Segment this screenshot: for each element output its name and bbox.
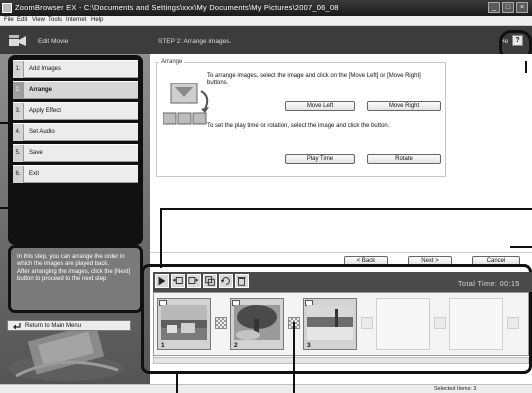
toolbar-tab-curve — [262, 272, 286, 292]
step-number: 6. — [13, 166, 24, 183]
menu-view[interactable]: View — [32, 17, 45, 23]
storyboard-scrollbar[interactable] — [153, 357, 529, 364]
copy-icon[interactable] — [203, 274, 217, 288]
step-label: Save — [29, 150, 43, 156]
callout-line — [160, 208, 532, 210]
total-time-label: Total Time: 00:15 — [458, 281, 520, 288]
app-icon — [2, 3, 12, 13]
transition-slot[interactable] — [434, 317, 446, 329]
transition-slot[interactable] — [507, 317, 519, 329]
step-label: Exit — [29, 171, 40, 177]
play-time-instruction: To set the play time or rotation, select… — [207, 123, 390, 129]
nav-divider — [150, 252, 532, 253]
storyboard-area: 1 2 3 — [153, 292, 529, 356]
callout-line — [510, 246, 532, 248]
step-title: STEP 2: Arrange images. — [158, 38, 232, 45]
callout-line — [176, 374, 178, 393]
left-panel: 1. Add Images 2. Arrange 3. Apply Effect… — [0, 54, 150, 384]
menu-internet[interactable]: Internet — [66, 17, 86, 23]
edit-movie-label: Edit Movie — [38, 38, 69, 45]
move-right-tool-icon[interactable] — [187, 274, 201, 288]
step-item-set-audio[interactable]: 4. Set Audio — [13, 123, 138, 141]
play-time-button[interactable]: Play Time — [285, 154, 355, 164]
thumbnail-2[interactable]: 2 — [230, 298, 284, 350]
step-label: Apply Effect — [29, 108, 61, 114]
thumbnail-3[interactable]: 3 — [303, 298, 357, 350]
maximize-button[interactable]: □ — [502, 2, 514, 13]
step-label: Arrange — [29, 87, 53, 93]
menu-tools[interactable]: Tools — [48, 17, 62, 23]
menu-help[interactable]: Help — [91, 17, 103, 23]
title-bar: ZoomBrowser EX - C:\Documents and Settin… — [0, 0, 532, 16]
move-left-button[interactable]: Move Left — [285, 101, 355, 111]
coastal-town-photo — [161, 305, 207, 340]
rotate-icon[interactable] — [219, 274, 233, 288]
step-list: 1. Add Images 2. Arrange 3. Apply Effect… — [8, 55, 143, 245]
step-number: 2. — [13, 82, 24, 99]
close-button[interactable]: × — [516, 2, 528, 13]
arrange-instruction: To arrange images, select the image and … — [207, 73, 421, 86]
menu-bar: File Edit View Tools Internet Help — [0, 16, 532, 26]
beach-photo — [307, 305, 353, 340]
status-bar: Selected Items: 3 — [0, 384, 532, 393]
delete-icon[interactable] — [235, 274, 249, 288]
callout-line — [293, 322, 295, 393]
step-label: Add Images — [29, 66, 62, 72]
step-item-apply-effect[interactable]: 3. Apply Effect — [13, 102, 138, 120]
step-item-exit[interactable]: 6. Exit — [13, 165, 138, 183]
step-info-box: In this step, you can arrange the order … — [8, 245, 143, 313]
movie-clapper-icon — [9, 35, 26, 46]
play-icon[interactable] — [155, 274, 169, 288]
return-to-main-menu-button[interactable]: Return to Main Menu — [7, 320, 131, 331]
window-title: ZoomBrowser EX - C:\Documents and Settin… — [15, 3, 339, 12]
edit-movie-header: Edit Movie — [0, 26, 150, 54]
menu-edit[interactable]: Edit — [17, 17, 27, 23]
step-info-text: In this step, you can arrange the order … — [17, 254, 131, 283]
step-header: STEP 2: Arrange images. He ? — [150, 26, 532, 54]
thumbnail-number: 3 — [307, 342, 311, 349]
thumbnail-1[interactable]: 1 — [157, 298, 211, 350]
step-label: Set Audio — [29, 129, 55, 135]
tree-rock-photo — [234, 305, 280, 340]
thumbnail-empty-slot[interactable] — [376, 298, 430, 350]
move-left-tool-icon[interactable] — [171, 274, 185, 288]
transition-icon[interactable] — [215, 317, 227, 329]
step-number: 5. — [13, 145, 24, 162]
return-arrow-icon — [13, 323, 21, 329]
callout-line — [525, 61, 527, 73]
step-number: 1. — [13, 61, 24, 78]
thumbnail-number: 2 — [234, 342, 238, 349]
menu-file[interactable]: File — [4, 17, 14, 23]
step-item-arrange[interactable]: 2. Arrange — [13, 81, 138, 99]
decorative-art — [8, 324, 124, 381]
step-item-save[interactable]: 5. Save — [13, 144, 138, 162]
callout-line — [0, 207, 9, 209]
arrange-legend: Arrange — [159, 59, 185, 65]
minimize-button[interactable]: _ — [488, 2, 500, 13]
transition-slot[interactable] — [361, 317, 373, 329]
step-number: 3. — [13, 103, 24, 120]
arrange-group: Arrange To arrange images, select the im… — [156, 59, 446, 177]
step-number: 4. — [13, 124, 24, 141]
thumbnail-empty-slot[interactable] — [449, 298, 503, 350]
selected-items-status: Selected Items: 3 — [434, 386, 477, 392]
move-right-button[interactable]: Move Right — [367, 101, 441, 111]
callout-line — [0, 122, 9, 124]
step-item-add-images[interactable]: 1. Add Images — [13, 60, 138, 78]
rotate-button[interactable]: Rotate — [367, 154, 441, 164]
thumbnail-number: 1 — [161, 342, 165, 349]
return-button-label: Return to Main Menu — [25, 323, 82, 329]
callout-line — [160, 208, 162, 268]
